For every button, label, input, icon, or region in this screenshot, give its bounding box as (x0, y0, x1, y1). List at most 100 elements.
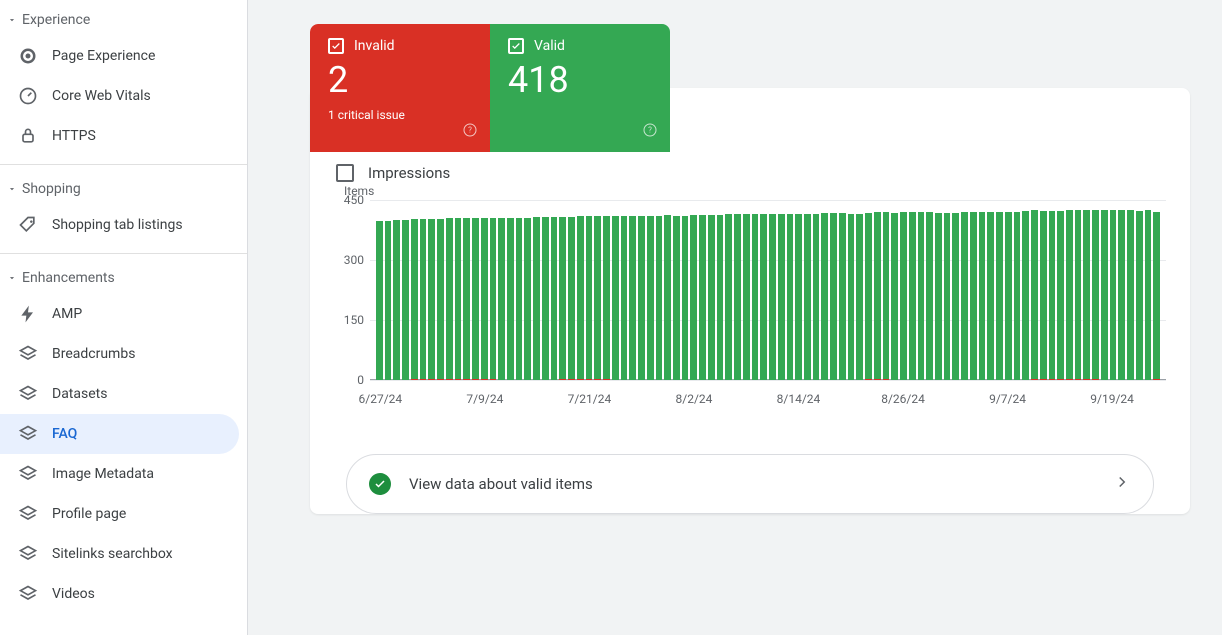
bar[interactable] (385, 221, 392, 380)
bar[interactable] (1049, 211, 1056, 380)
sidebar-section-header[interactable]: Experience (0, 4, 247, 36)
sidebar-item-core-web-vitals[interactable]: Core Web Vitals (0, 76, 239, 116)
bar[interactable] (961, 212, 968, 380)
bar[interactable] (542, 217, 549, 380)
bar[interactable] (900, 212, 907, 380)
bar[interactable] (1110, 210, 1117, 380)
sidebar-item-faq[interactable]: FAQ (0, 414, 239, 454)
bar[interactable] (656, 216, 663, 380)
bar[interactable] (551, 217, 558, 380)
bar[interactable] (856, 214, 863, 380)
bar[interactable] (586, 216, 593, 380)
bar[interactable] (533, 217, 540, 380)
sidebar-item-https[interactable]: HTTPS (0, 116, 239, 156)
bar[interactable] (1075, 210, 1082, 380)
bar[interactable] (795, 214, 802, 380)
bar[interactable] (743, 214, 750, 380)
bar[interactable] (376, 221, 383, 380)
bar[interactable] (883, 212, 890, 380)
bar[interactable] (725, 214, 732, 380)
bar[interactable] (437, 219, 444, 380)
bar[interactable] (1057, 211, 1064, 380)
bar[interactable] (760, 214, 767, 380)
bar[interactable] (664, 215, 671, 380)
bar[interactable] (848, 214, 855, 380)
bar[interactable] (498, 218, 505, 380)
bar[interactable] (987, 212, 994, 380)
bar[interactable] (708, 215, 715, 380)
bar[interactable] (909, 212, 916, 380)
sidebar-item-breadcrumbs[interactable]: Breadcrumbs (0, 334, 239, 374)
bar[interactable] (481, 218, 488, 380)
bar[interactable] (787, 214, 794, 380)
bar[interactable] (629, 216, 636, 380)
bar[interactable] (1118, 210, 1125, 380)
bar[interactable] (490, 218, 497, 380)
bar[interactable] (821, 213, 828, 380)
bar[interactable] (507, 218, 514, 380)
bar[interactable] (752, 214, 759, 380)
bar[interactable] (1136, 211, 1143, 380)
bar[interactable] (1153, 212, 1160, 380)
bar[interactable] (1040, 211, 1047, 380)
bar[interactable] (647, 216, 654, 380)
bar[interactable] (996, 212, 1003, 380)
sidebar-item-shopping-tab-listings[interactable]: Shopping tab listings (0, 205, 239, 245)
bar[interactable] (428, 219, 435, 380)
sidebar-item-videos[interactable]: Videos (0, 574, 239, 614)
bar[interactable] (830, 213, 837, 380)
bar[interactable] (638, 216, 645, 380)
sidebar-section-header[interactable]: Enhancements (0, 262, 247, 294)
bar[interactable] (568, 217, 575, 380)
bar[interactable] (690, 215, 697, 380)
bar[interactable] (1031, 210, 1038, 380)
bar[interactable] (778, 214, 785, 380)
view-valid-items-button[interactable]: View data about valid items (346, 454, 1154, 514)
bar[interactable] (577, 216, 584, 380)
bar[interactable] (682, 216, 689, 380)
bar[interactable] (673, 216, 680, 380)
bar[interactable] (926, 212, 933, 380)
bar[interactable] (420, 219, 427, 380)
bar[interactable] (935, 213, 942, 380)
bar[interactable] (804, 214, 811, 380)
sidebar-section-header[interactable]: Shopping (0, 173, 247, 205)
bar[interactable] (1127, 210, 1134, 380)
valid-tab[interactable]: Valid 418 ? (490, 24, 670, 152)
bar[interactable] (1005, 212, 1012, 380)
bar[interactable] (952, 213, 959, 380)
invalid-tab[interactable]: Invalid 2 1 critical issue ? (310, 24, 490, 152)
bar[interactable] (1101, 210, 1108, 380)
help-icon[interactable]: ? (462, 122, 478, 142)
bar[interactable] (891, 213, 898, 380)
help-icon[interactable]: ? (642, 122, 658, 142)
impressions-toggle[interactable]: Impressions (336, 164, 1166, 182)
bar[interactable] (1092, 210, 1099, 380)
bar[interactable] (472, 218, 479, 380)
bar[interactable] (865, 213, 872, 380)
bar[interactable] (918, 212, 925, 380)
bar[interactable] (944, 213, 951, 380)
bar[interactable] (717, 215, 724, 380)
bar[interactable] (524, 218, 531, 380)
bar[interactable] (411, 219, 418, 380)
bar[interactable] (1014, 212, 1021, 380)
bar[interactable] (1022, 211, 1029, 380)
bar[interactable] (1145, 210, 1152, 380)
bar[interactable] (402, 220, 409, 380)
bar[interactable] (393, 220, 400, 380)
bar[interactable] (1066, 210, 1073, 380)
bar[interactable] (612, 216, 619, 380)
sidebar-item-profile-page[interactable]: Profile page (0, 494, 239, 534)
sidebar-item-sitelinks-searchbox[interactable]: Sitelinks searchbox (0, 534, 239, 574)
bar[interactable] (559, 217, 566, 380)
sidebar-item-page-experience[interactable]: Page Experience (0, 36, 239, 76)
bar[interactable] (970, 212, 977, 380)
bar[interactable] (603, 216, 610, 380)
bar[interactable] (463, 218, 470, 380)
bar[interactable] (839, 213, 846, 380)
bar[interactable] (1083, 210, 1090, 380)
sidebar-item-datasets[interactable]: Datasets (0, 374, 239, 414)
sidebar-item-amp[interactable]: AMP (0, 294, 239, 334)
bar[interactable] (594, 216, 601, 380)
